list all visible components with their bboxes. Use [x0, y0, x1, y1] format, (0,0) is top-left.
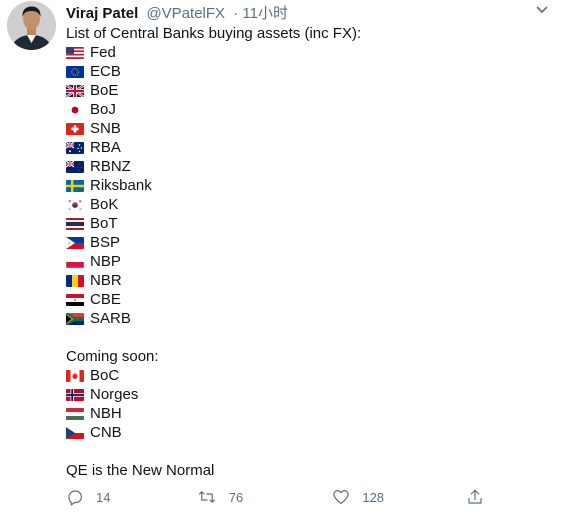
coming-soon-label: NBH [90, 405, 122, 422]
bank-label: CBE [90, 291, 121, 308]
share-button[interactable] [466, 486, 496, 508]
flag-ch-icon [66, 122, 84, 135]
bank-label: RBNZ [90, 158, 131, 175]
retweet-button[interactable]: 76 [197, 486, 333, 508]
bank-label: BSP [90, 234, 121, 251]
bank-item: SNB [66, 119, 546, 138]
coming-soon-item: NBH [66, 404, 546, 423]
coming-soon-item: Norges [66, 385, 546, 404]
chevron-down-icon[interactable] [536, 3, 548, 17]
flag-cz-icon [66, 426, 84, 439]
bank-item: ECB [66, 62, 546, 81]
flag-ro-icon [66, 274, 84, 287]
tweet-intro: List of Central Banks buying assets (inc… [66, 25, 362, 42]
flag-no-icon [66, 388, 84, 401]
bank-item: BoK [66, 195, 546, 214]
bank-label: SNB [90, 120, 121, 137]
like-count: 128 [362, 489, 385, 505]
coming-soon-label: Coming soon: [66, 348, 159, 365]
reply-icon [68, 490, 82, 506]
flag-us-icon [66, 46, 84, 59]
flag-kr-icon [66, 198, 84, 211]
tweet-closing: QE is the New Normal [66, 462, 215, 479]
reply-button[interactable]: 14 [66, 486, 197, 508]
bank-label: BoJ [90, 101, 116, 118]
flag-jp-icon [66, 103, 84, 116]
bank-item: BoT [66, 214, 546, 233]
bank-item: Riksbank [66, 176, 546, 195]
bank-item: RBNZ [66, 157, 546, 176]
tweet-time[interactable]: · 11小时 [233, 5, 288, 22]
tweet-actions: 14 76 128 [66, 486, 496, 508]
coming-soon-item: BoC [66, 366, 546, 385]
heart-icon [333, 490, 350, 504]
coming-soon-label: Norges [90, 386, 139, 403]
flag-se-icon [66, 179, 84, 192]
bank-item: SARB [66, 309, 546, 328]
flag-th-icon [66, 217, 84, 230]
avatar[interactable] [7, 1, 56, 50]
share-icon [468, 489, 482, 504]
bank-item: CBE [66, 290, 546, 309]
tweet-text: List of Central Banks buying assets (inc… [66, 24, 546, 480]
bank-label: BoT [90, 215, 118, 232]
flag-ph-icon [66, 236, 84, 249]
bank-label: RBA [90, 139, 121, 156]
bank-label: NBP [90, 253, 121, 270]
bank-item: Fed [66, 43, 546, 62]
like-button[interactable]: 128 [332, 486, 466, 508]
author-name[interactable]: Viraj Patel [66, 5, 138, 22]
retweet-count: 76 [228, 489, 244, 505]
bank-item: NBR [66, 271, 546, 290]
bank-label: SARB [90, 310, 131, 327]
flag-pl-icon [66, 255, 84, 268]
bank-label: BoE [90, 82, 119, 99]
retweet-icon [198, 491, 215, 503]
bank-label: ECB [90, 63, 121, 80]
tweet-header: Viraj Patel @VPatelFX · 11小时 [66, 2, 288, 23]
bank-label: Riksbank [90, 177, 152, 194]
flag-hu-icon [66, 407, 84, 420]
reply-count: 14 [96, 489, 111, 505]
bank-item: NBP [66, 252, 546, 271]
bank-item: BSP [66, 233, 546, 252]
flag-au-icon [66, 141, 84, 154]
flag-eu-icon [66, 65, 84, 78]
flag-nz-icon [66, 160, 84, 173]
flag-uk-icon [66, 84, 84, 97]
bank-label: NBR [90, 272, 122, 289]
coming-soon-label: CNB [90, 424, 122, 441]
coming-soon-item: CNB [66, 423, 546, 442]
flag-eg-icon [66, 293, 84, 306]
flag-ca-icon [66, 369, 84, 382]
bank-label: Fed [90, 44, 116, 61]
author-handle[interactable]: @VPatelFX [146, 5, 225, 22]
coming-soon-label: BoC [90, 367, 120, 384]
bank-item: BoE [66, 81, 546, 100]
bank-item: BoJ [66, 100, 546, 119]
bank-label: BoK [90, 196, 119, 213]
bank-item: RBA [66, 138, 546, 157]
flag-za-icon [66, 312, 84, 325]
